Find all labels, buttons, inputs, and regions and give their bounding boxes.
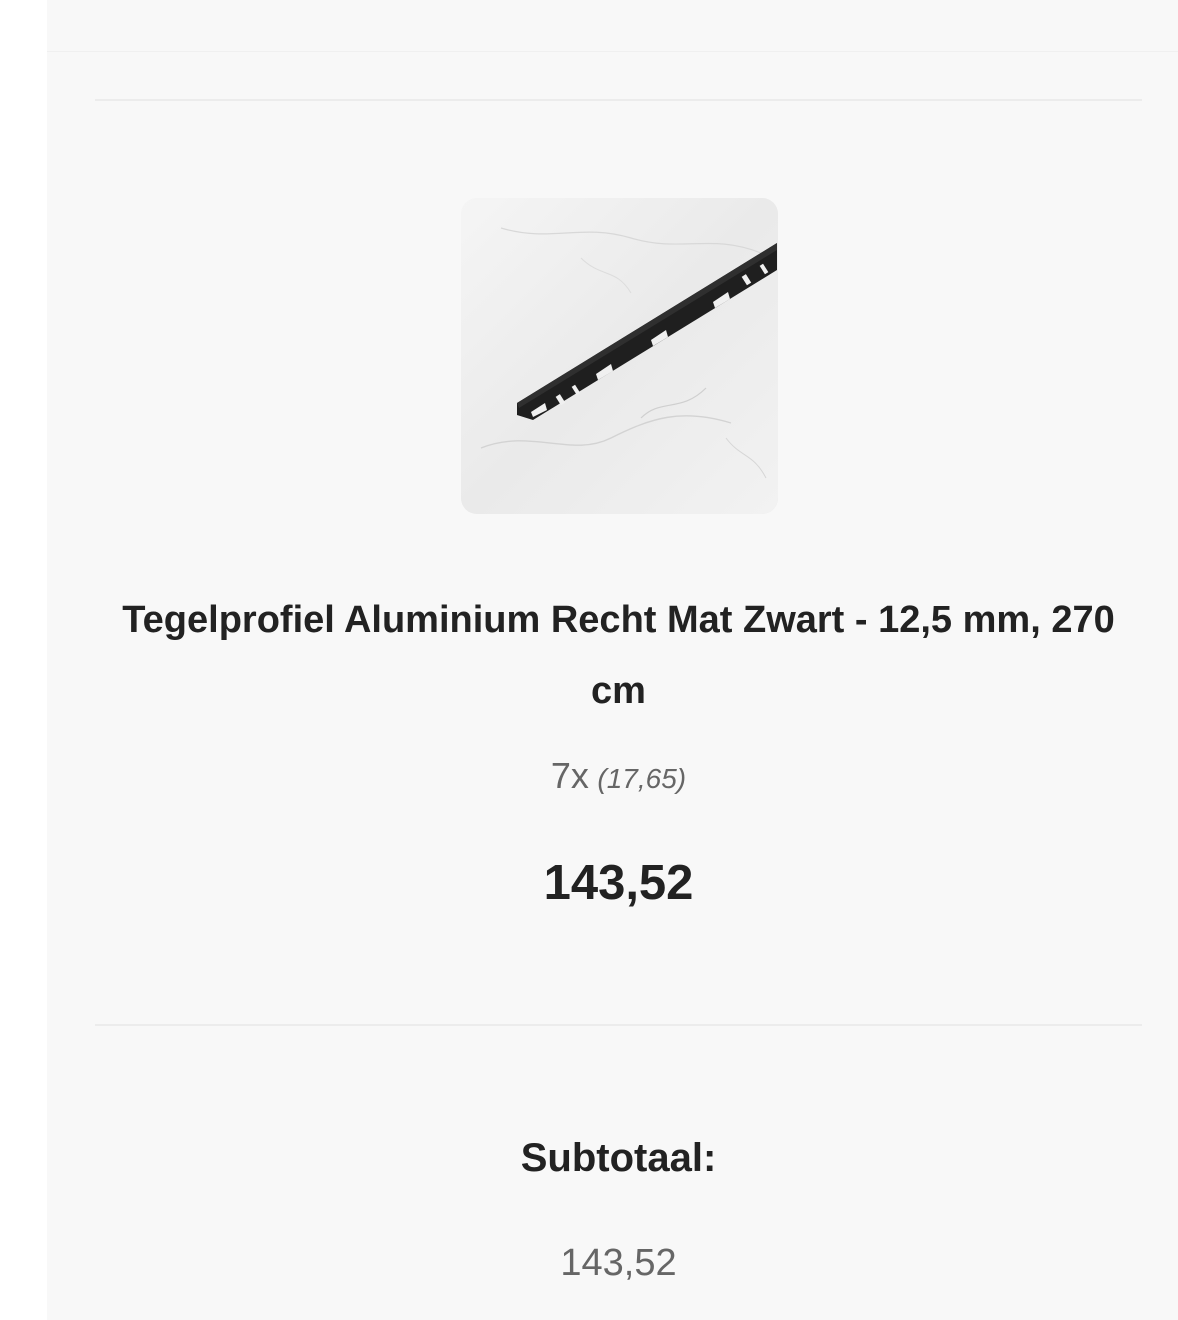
product-image[interactable] (461, 198, 778, 514)
cart-page: Tegelprofiel Aluminium Recht Mat Zwart -… (0, 0, 1178, 1320)
line-total: 143,52 (543, 856, 694, 910)
cart-header-panel (47, 0, 1178, 52)
quantity-line: 7x (17,65) (95, 755, 1142, 797)
quantity: 7x (550, 755, 589, 796)
divider-top (95, 99, 1142, 101)
tile-profile-product-photo-icon (461, 198, 778, 514)
subtotal-label: Subtotaal: (520, 1136, 717, 1180)
cart-spacer (47, 52, 1178, 151)
subtotal-value: 143,52 (560, 1242, 677, 1284)
product-title[interactable]: Tegelprofiel Aluminium Recht Mat Zwart -… (95, 585, 1142, 727)
unit-price: (17,65) (597, 763, 687, 794)
divider-bottom (95, 1024, 1142, 1026)
